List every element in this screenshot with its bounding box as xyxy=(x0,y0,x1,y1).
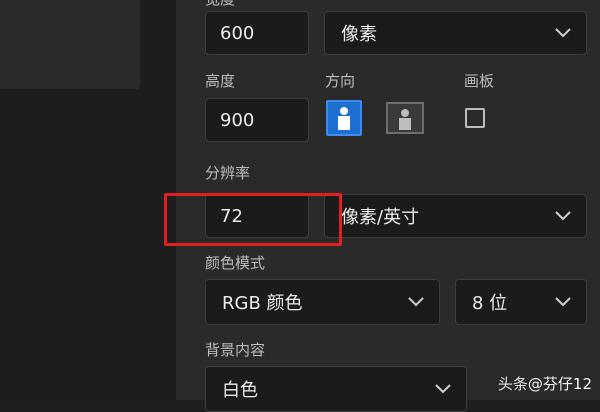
resolution-label: 分辨率 xyxy=(205,164,251,182)
watermark-prefix: 头条 xyxy=(497,375,528,393)
height-value: 900 xyxy=(220,109,255,131)
width-value: 600 xyxy=(220,22,255,44)
watermark-text: @芬仔12 xyxy=(527,375,592,393)
height-label: 高度 xyxy=(205,72,236,90)
width-unit-select[interactable]: 像素 xyxy=(324,11,587,55)
chevron-down-icon xyxy=(554,210,572,222)
portrait-icon xyxy=(338,107,350,130)
preset-card[interactable] xyxy=(0,0,140,89)
left-panel xyxy=(0,0,176,400)
watermark: 头条@芬仔12 xyxy=(498,373,592,394)
resolution-highlight-annotation xyxy=(164,193,342,246)
chevron-down-icon xyxy=(554,27,572,39)
bit-depth-select[interactable]: 8 位 xyxy=(455,279,587,325)
orientation-label: 方向 xyxy=(325,72,356,90)
color-mode-label: 颜色模式 xyxy=(205,254,266,272)
color-mode-select[interactable]: RGB 颜色 xyxy=(205,279,440,325)
resolution-unit-value: 像素/英寸 xyxy=(341,207,420,228)
width-input[interactable]: 600 xyxy=(205,11,309,55)
color-mode-value: RGB 颜色 xyxy=(222,293,303,314)
chevron-down-icon xyxy=(407,296,425,308)
width-unit-value: 像素 xyxy=(341,24,377,45)
height-input[interactable]: 900 xyxy=(205,98,309,142)
chevron-down-icon xyxy=(554,296,572,308)
bit-depth-value: 8 位 xyxy=(472,293,508,314)
landscape-button[interactable] xyxy=(386,102,424,134)
portrait-button[interactable] xyxy=(326,100,362,136)
landscape-icon xyxy=(399,109,411,130)
resolution-unit-select[interactable]: 像素/英寸 xyxy=(324,194,587,238)
background-value: 白色 xyxy=(222,380,258,401)
chevron-down-icon xyxy=(434,383,452,395)
width-label-cutoff: 宽度 xyxy=(205,0,235,9)
artboard-checkbox[interactable] xyxy=(465,108,485,128)
background-select[interactable]: 白色 xyxy=(205,366,467,412)
background-label: 背景内容 xyxy=(205,341,266,359)
artboard-label: 画板 xyxy=(464,72,495,90)
